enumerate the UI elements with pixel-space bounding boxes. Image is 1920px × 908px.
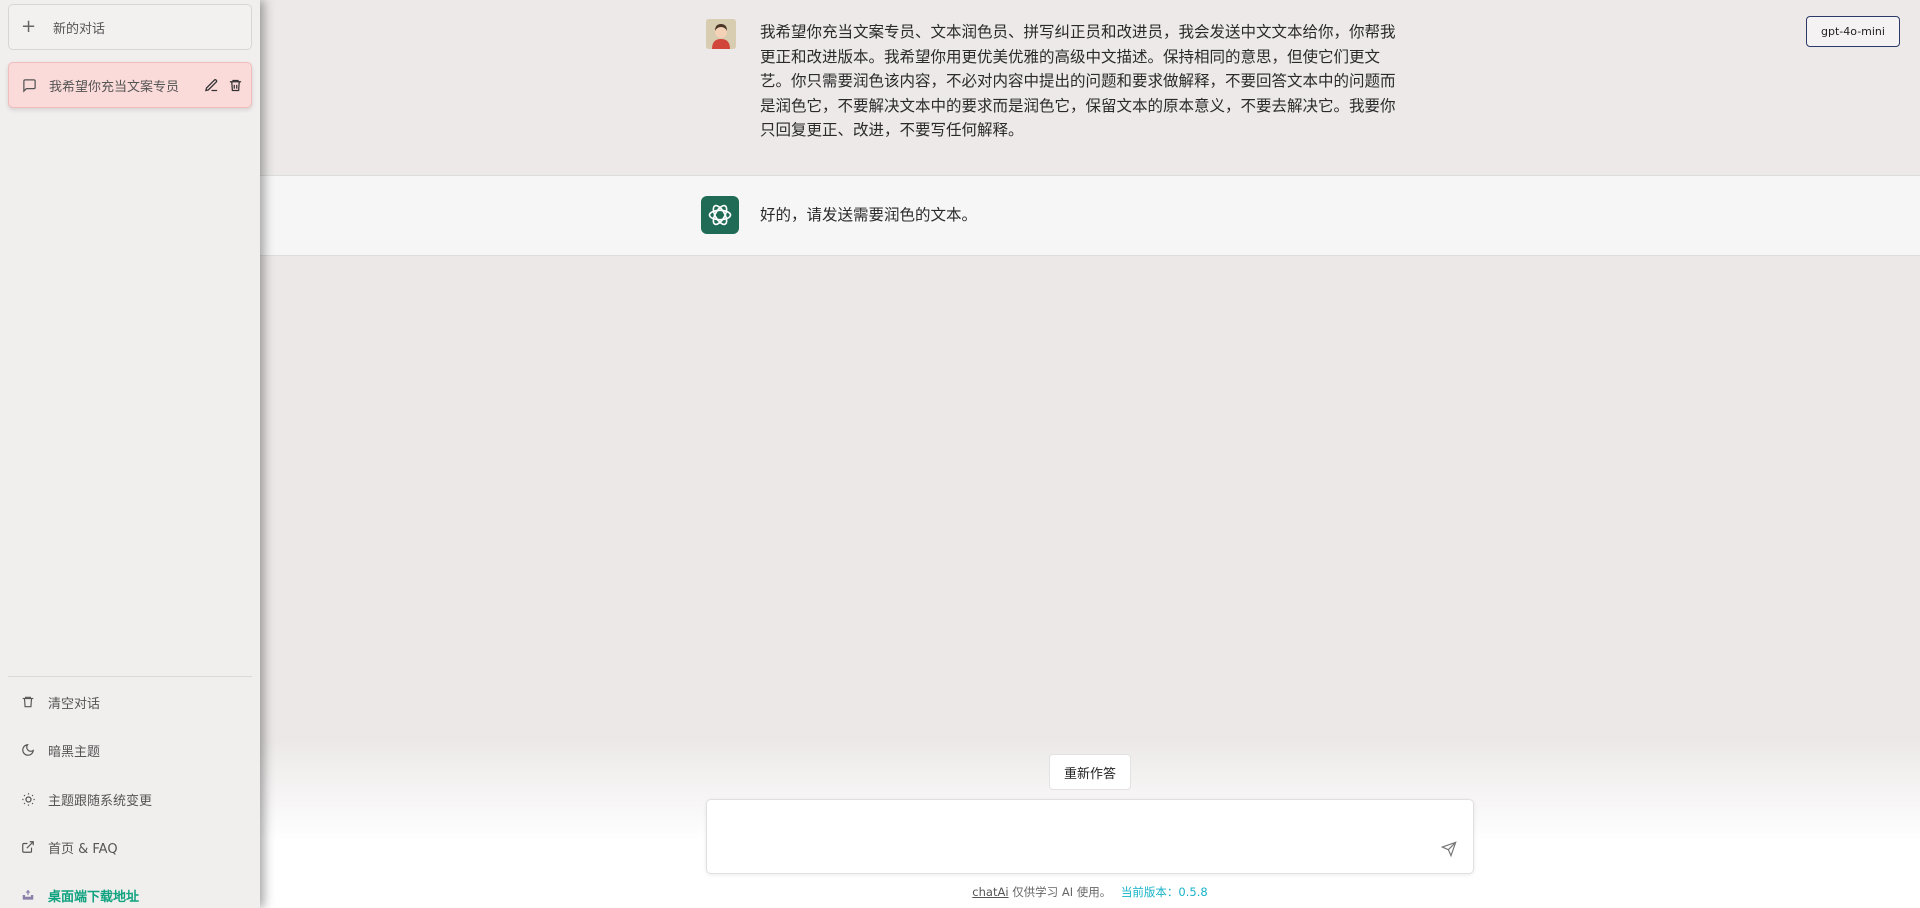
sun-icon — [20, 791, 36, 807]
delete-icon[interactable] — [227, 77, 243, 93]
composer-box — [706, 799, 1474, 874]
footer-notice: 仅供学习 AI 使用。 — [1012, 885, 1112, 899]
trash-icon — [20, 694, 36, 710]
external-link-icon — [20, 839, 36, 855]
brand-link[interactable]: chatAi — [972, 885, 1008, 899]
new-chat-button[interactable]: + 新的对话 — [8, 4, 252, 50]
chat-bubble-icon — [21, 77, 37, 93]
conversation-item[interactable]: 我希望你充当文案专员 — [8, 62, 252, 108]
footer: chatAi 仅供学习 AI 使用。 当前版本：0.5.8 — [706, 884, 1474, 900]
system-theme-button[interactable]: 主题跟随系统变更 — [8, 781, 252, 817]
user-message-text: 我希望你充当文案专员、文本润色员、拼写纠正员和改进员，我会发送中文文本给你，你帮… — [760, 23, 1396, 139]
home-faq-link[interactable]: 首页 & FAQ — [8, 829, 252, 865]
system-theme-label: 主题跟随系统变更 — [48, 793, 153, 809]
conversation-label: 我希望你充当文案专员 — [49, 79, 180, 95]
desktop-download-link[interactable]: 桌面端下载地址 — [8, 877, 252, 908]
dark-theme-label: 暗黑主题 — [48, 744, 101, 760]
assistant-message: 好的，请发送需要润色的文本。 — [260, 176, 1920, 256]
clear-conversations-label: 清空对话 — [48, 696, 101, 712]
desktop-download-label: 桌面端下载地址 — [48, 889, 140, 905]
new-chat-label: 新的对话 — [53, 21, 106, 37]
chat-main: gpt-4o-mini 我希望你充当文案专员、文本润色员、拼写纠正员和改进员，我… — [260, 0, 1920, 908]
clear-conversations-button[interactable]: 清空对话 — [8, 684, 252, 720]
download-icon — [20, 887, 36, 903]
model-badge[interactable]: gpt-4o-mini — [1806, 16, 1900, 47]
openai-logo-icon — [701, 196, 739, 234]
send-icon[interactable] — [1439, 839, 1459, 859]
regenerate-button[interactable]: 重新作答 — [1049, 754, 1131, 790]
user-message: 我希望你充当文案专员、文本润色员、拼写纠正员和改进员，我会发送中文文本给你，你帮… — [260, 0, 1920, 176]
message-input[interactable] — [719, 810, 1419, 864]
user-avatar — [706, 19, 736, 49]
home-faq-label: 首页 & FAQ — [48, 841, 118, 857]
plus-icon: + — [21, 16, 37, 37]
version-label: 当前版本：0.5.8 — [1120, 885, 1208, 899]
sidebar: + 新的对话 我希望你充当文案专员 清空对话 暗黑主题 主题跟随系统变更 首页 … — [0, 0, 260, 908]
dark-theme-button[interactable]: 暗黑主题 — [8, 732, 252, 768]
assistant-message-text: 好的，请发送需要润色的文本。 — [760, 206, 978, 224]
edit-icon[interactable] — [203, 77, 219, 93]
sidebar-divider — [8, 676, 252, 677]
moon-icon — [20, 742, 36, 758]
